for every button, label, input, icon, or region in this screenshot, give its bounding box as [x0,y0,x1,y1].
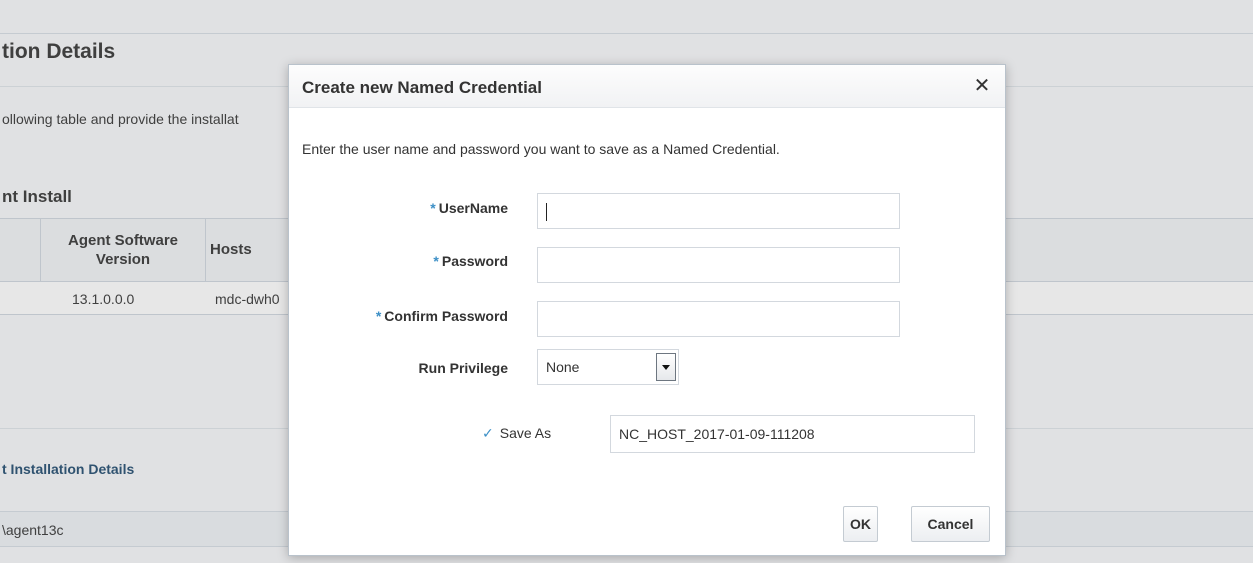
chevron-down-icon [662,365,670,370]
save-as-label-text: Save As [499,425,552,441]
ok-button[interactable]: OK [843,506,878,542]
password-input[interactable] [537,247,900,283]
required-marker: * [433,253,439,269]
confirm-password-label-text: Confirm Password [384,308,508,324]
dialog-header: Create new Named Credential ✕ [289,65,1005,108]
named-credential-dialog: Create new Named Credential ✕ Enter the … [288,64,1006,556]
run-privilege-value: None [546,359,580,375]
password-label-text: Password [441,253,508,269]
required-marker: * [375,308,382,324]
check-icon[interactable]: ✓ [482,425,494,442]
dialog-title: Create new Named Credential [302,78,542,97]
confirm-password-input[interactable] [537,301,900,337]
confirm-password-label: * Confirm Password [298,308,508,324]
username-label: * UserName [298,200,508,216]
text-caret [546,203,547,221]
run-privilege-label: Run Privilege [418,360,508,376]
username-label-text: UserName [438,200,508,216]
dialog-instruction: Enter the user name and password you wan… [302,141,780,157]
close-icon[interactable]: ✕ [973,75,991,97]
cancel-button[interactable]: Cancel [911,506,990,542]
save-as-input[interactable] [610,415,975,453]
required-marker: * [430,200,436,216]
password-label: * Password [298,253,508,269]
save-as-label: ✓ Save As [482,425,551,442]
run-privilege-select[interactable]: None [537,349,679,385]
dropdown-button[interactable] [656,353,676,381]
username-input[interactable] [537,193,900,229]
